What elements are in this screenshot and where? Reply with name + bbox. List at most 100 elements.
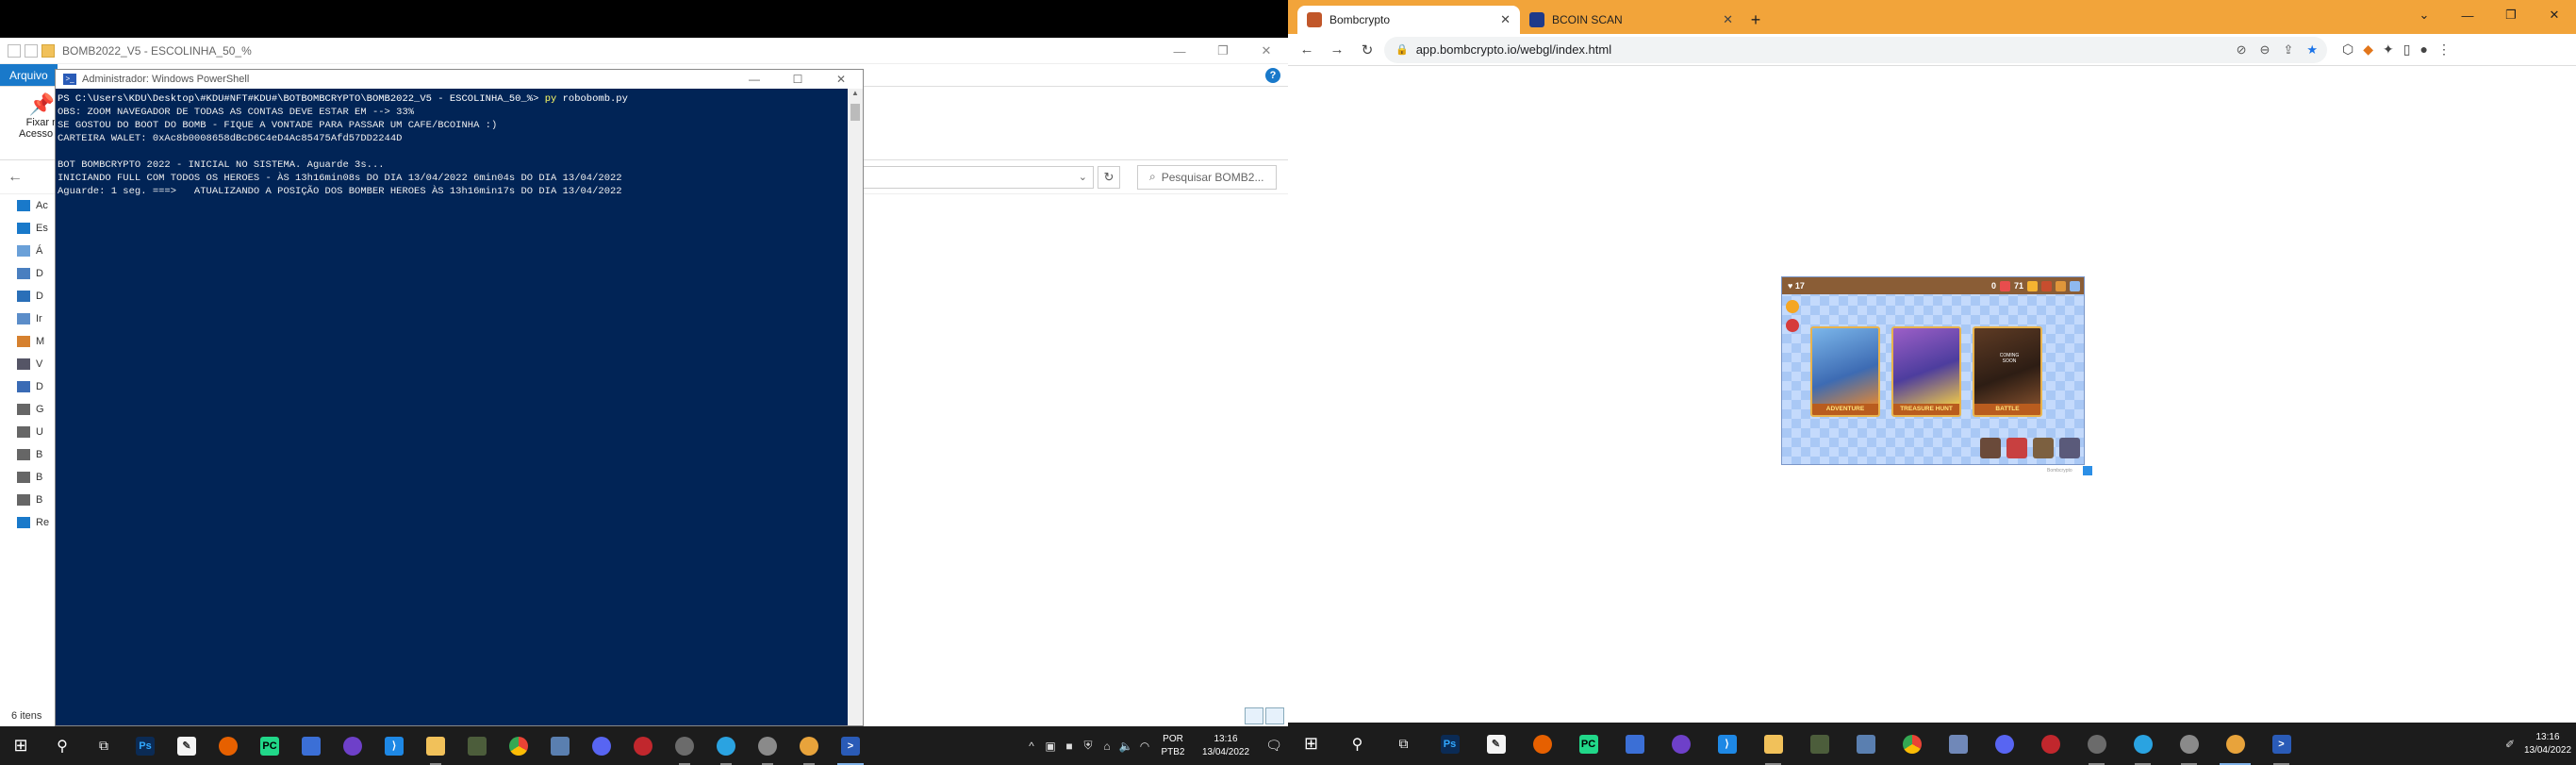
minimize-icon[interactable]: — (733, 70, 776, 89)
treasure-hunt-card[interactable]: TREASURE HUNT (1891, 326, 1961, 417)
close-tab-icon[interactable]: ✕ (1500, 12, 1511, 27)
taskbar-network[interactable] (1842, 723, 1889, 765)
taskbar-github[interactable] (332, 726, 373, 765)
maximize-icon[interactable]: ☐ (776, 70, 819, 89)
taskbar-discord[interactable] (581, 726, 622, 765)
forward-arrow-icon[interactable]: → (1324, 37, 1350, 63)
start-button[interactable]: ⊞ (0, 726, 41, 765)
clock[interactable]: 13:16 13/04/2022 (2519, 731, 2576, 757)
nav-item[interactable]: D (0, 375, 57, 398)
taskbar-network[interactable] (539, 726, 581, 765)
nav-item[interactable]: Ac (0, 194, 57, 217)
close-icon[interactable]: ✕ (1245, 38, 1288, 64)
nav-item[interactable]: M (0, 330, 57, 353)
minimize-icon[interactable]: — (1158, 38, 1201, 64)
hero-icon[interactable] (1786, 300, 1799, 313)
puzzle-icon[interactable]: ✦ (2383, 42, 2394, 58)
taskbar-explorer[interactable] (1750, 723, 1796, 765)
house-icon[interactable] (2033, 438, 2054, 458)
folder-icon[interactable] (41, 43, 55, 58)
taskbar-firefox[interactable] (207, 726, 249, 765)
taskbar-vscode[interactable]: ⟩ (1704, 723, 1750, 765)
large-icons-view-button[interactable] (1265, 707, 1284, 724)
menu-icon[interactable]: ⋮ (2437, 42, 2451, 58)
taskbar-powershell[interactable]: > (830, 726, 871, 765)
task-view-button[interactable]: ⧉ (83, 726, 124, 765)
settings-icon[interactable] (2070, 280, 2080, 291)
notification-icon[interactable]: 🗨 (1260, 738, 1288, 754)
chevron-up-icon[interactable]: ^ (1022, 740, 1041, 753)
minimize-icon[interactable]: — (2446, 0, 2489, 30)
new-tab-button[interactable]: + (1742, 6, 1769, 34)
mail-icon[interactable] (1786, 319, 1799, 332)
taskbar-app[interactable] (290, 726, 332, 765)
search-button[interactable]: ⚲ (41, 726, 83, 765)
shop-icon[interactable] (2006, 438, 2027, 458)
taskbar-github[interactable] (1658, 723, 1704, 765)
clock[interactable]: 13:16 13/04/2022 (1192, 733, 1260, 759)
console-output[interactable]: PS C:\Users\KDU\Desktop\#KDU#NFT#KDU#\BO… (56, 89, 848, 725)
search-button[interactable]: ⚲ (1334, 723, 1380, 765)
lock-icon[interactable]: 🔒 (1395, 43, 1409, 56)
search-input[interactable]: ⌕ Pesquisar BOMB2... (1137, 164, 1277, 190)
profile-icon[interactable]: ● (2419, 42, 2427, 58)
taskbar-firefox[interactable] (1519, 723, 1565, 765)
address-bar[interactable]: 🔒 app.bombcrypto.io/webgl/index.html ⊘ ⊖… (1384, 36, 2327, 63)
close-icon[interactable]: ✕ (2533, 0, 2576, 30)
back-arrow-icon[interactable]: ← (1294, 37, 1320, 63)
taskbar-chrome[interactable] (498, 726, 539, 765)
tab-bombcrypto[interactable]: Bombcrypto ✕ (1297, 6, 1520, 34)
volume-icon[interactable]: 🔈 (1116, 740, 1135, 753)
taskbar-notepad[interactable]: ✎ (166, 726, 207, 765)
taskbar-photoshop[interactable]: Ps (1427, 723, 1473, 765)
taskbar-photoshop[interactable]: Ps (124, 726, 166, 765)
metamask-icon[interactable]: ◆ (2363, 42, 2373, 58)
taskbar-telegram[interactable] (705, 726, 747, 765)
taskbar-app3[interactable] (2027, 723, 2073, 765)
heroes-icon[interactable] (1980, 438, 2001, 458)
taskbar-explorer[interactable] (415, 726, 456, 765)
scrollbar[interactable]: ▲ (848, 89, 863, 725)
file-tab[interactable]: Arquivo (0, 64, 58, 86)
taskbar-pycharm[interactable]: PC (249, 726, 290, 765)
shop-icon[interactable] (2041, 280, 2052, 291)
nav-item[interactable]: Re (0, 511, 57, 534)
nav-item[interactable]: G (0, 398, 57, 421)
star-icon[interactable]: ★ (2306, 42, 2318, 58)
powershell-window[interactable]: >_ Administrador: Windows PowerShell — ☐… (55, 69, 864, 726)
taskbar-chrome[interactable] (1889, 723, 1935, 765)
help-icon[interactable]: ? (1265, 67, 1280, 83)
wifi-icon[interactable]: ◠ (1135, 740, 1154, 753)
tray-app2-icon[interactable]: ■ (1060, 740, 1079, 753)
reload-icon[interactable]: ↻ (1354, 37, 1380, 63)
taskbar-powershell[interactable]: > (2258, 723, 2304, 765)
taskbar-chrome-profile2[interactable] (2166, 723, 2212, 765)
checkbox-icon[interactable] (25, 43, 38, 58)
taskbar-chrome-profile[interactable] (664, 726, 705, 765)
zoom-icon[interactable]: ⊖ (2260, 42, 2271, 58)
network-icon[interactable]: ⌂ (1098, 740, 1116, 753)
taskbar-app4[interactable] (1935, 723, 1981, 765)
taskbar-vscode[interactable]: ⟩ (373, 726, 415, 765)
taskbar-app[interactable] (1611, 723, 1658, 765)
extension-icon[interactable]: ⬡ (2342, 42, 2353, 58)
sidebar-icon[interactable]: ▯ (2403, 42, 2411, 58)
taskbar-notepad[interactable]: ✎ (1473, 723, 1519, 765)
restore-icon[interactable]: ❐ (2489, 0, 2533, 30)
powershell-title-bar[interactable]: >_ Administrador: Windows PowerShell — ☐… (56, 70, 863, 89)
scroll-thumb[interactable] (850, 104, 860, 121)
refresh-button[interactable]: ↻ (1098, 165, 1120, 189)
taskbar-chrome-profile[interactable] (2073, 723, 2120, 765)
battle-card[interactable]: COMING SOON BATTLE (1973, 326, 2042, 417)
nav-item[interactable]: Ir (0, 308, 57, 330)
scroll-up-icon[interactable]: ▲ (848, 89, 863, 102)
taskbar-discord[interactable] (1981, 723, 2027, 765)
nav-item[interactable]: B (0, 466, 57, 489)
language-indicator[interactable]: POR PTB2 (1154, 733, 1192, 759)
chest-icon[interactable] (2056, 280, 2066, 291)
nav-item[interactable]: B (0, 443, 57, 466)
details-view-button[interactable] (1245, 707, 1263, 724)
taskbar-chrome-profile3[interactable] (788, 726, 830, 765)
nav-item[interactable]: V (0, 353, 57, 375)
fullscreen-icon[interactable] (2083, 466, 2092, 475)
